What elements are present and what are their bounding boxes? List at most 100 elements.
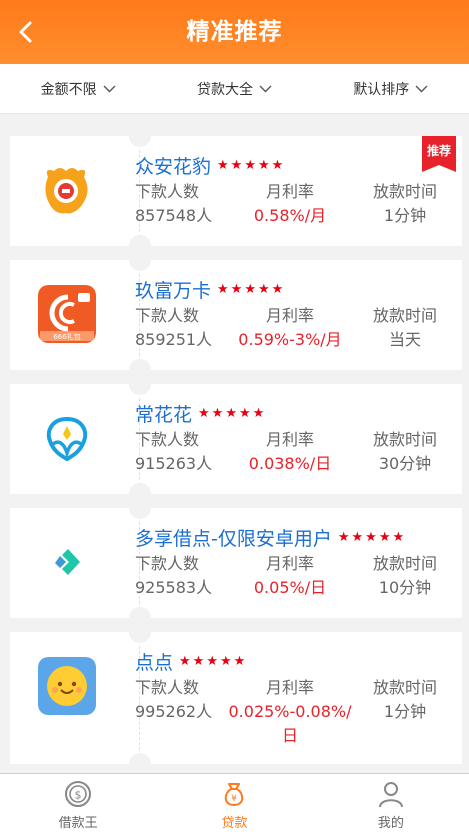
recommend-badge-label: 推荐 — [426, 144, 451, 158]
product-name-row: 玖富万卡 ★★★★★ — [135, 276, 285, 303]
downloads-value: 915263人 — [135, 454, 213, 473]
card-edge — [458, 384, 462, 494]
app-header: 精准推荐 — [0, 0, 469, 64]
rate-column: 月利率 0.59%-3%/月 — [225, 304, 355, 352]
product-card[interactable]: 众安花豹 ★★★★★ 下款人数 857548人 月利率 0.58%/月 放款时间… — [10, 136, 462, 246]
time-label: 放款时间 — [372, 678, 437, 697]
downloads-column: 下款人数 915263人 — [135, 428, 225, 476]
downloads-value: 925583人 — [135, 578, 213, 597]
product-name-row: 点点 ★★★★★ — [135, 648, 247, 675]
downloads-column: 下款人数 925583人 — [135, 552, 225, 600]
product-name-row: 常花花 ★★★★★ — [135, 400, 266, 427]
product-name[interactable]: 常花花 — [135, 400, 192, 427]
rate-label: 月利率 — [265, 678, 314, 697]
card-notch — [129, 235, 151, 246]
time-value: 当天 — [388, 330, 421, 349]
filter-loan-type[interactable]: 贷款大全 — [156, 64, 312, 113]
time-value: 1分钟 — [383, 206, 427, 225]
duoxiang-logo — [38, 533, 96, 591]
rate-label: 月利率 — [265, 554, 314, 573]
card-edge — [458, 136, 462, 246]
chevron-down-icon — [103, 85, 116, 92]
tab-label: 借款王 — [58, 816, 98, 831]
tab-loan[interactable]: ¥ 贷款 — [156, 774, 312, 837]
back-button[interactable] — [12, 16, 42, 48]
product-name[interactable]: 众安花豹 — [135, 152, 211, 179]
chevron-down-icon — [259, 85, 272, 92]
downloads-column: 下款人数 857548人 — [135, 180, 225, 228]
downloads-value: 857548人 — [135, 206, 213, 225]
card-edge — [458, 508, 462, 618]
rate-column: 月利率 0.05%/日 — [225, 552, 355, 600]
changhuahua-logo — [38, 409, 96, 467]
filter-amount-label: 金额不限 — [40, 81, 97, 98]
filter-amount[interactable]: 金额不限 — [0, 64, 156, 113]
downloads-value: 995262人 — [135, 702, 213, 721]
rate-column: 月利率 0.58%/月 — [225, 180, 355, 228]
rating-stars: ★★★★★ — [179, 654, 248, 669]
product-card[interactable]: 点点 ★★★★★ 下款人数 995262人 月利率 0.025%-0.08%/日… — [10, 632, 462, 764]
time-column: 放款时间 当天 — [355, 304, 455, 352]
user-icon — [378, 782, 403, 808]
rate-label: 月利率 — [265, 306, 314, 325]
tab-jiekuanwang[interactable]: $ 借款王 — [0, 774, 156, 837]
rating-stars: ★★★★★ — [337, 530, 407, 545]
page-title: 精准推荐 — [186, 19, 283, 45]
tab-mine[interactable]: 我的 — [313, 774, 469, 837]
rating-stars: ★★★★★ — [217, 158, 286, 173]
card-notch — [129, 607, 151, 618]
card-edge — [458, 260, 462, 370]
product-name-row: 多享借点-仅限安卓用户 ★★★★★ — [135, 524, 406, 551]
time-label: 放款时间 — [372, 554, 437, 573]
logo-caption: 666礼包 — [53, 333, 81, 341]
time-column: 放款时间 30分钟 — [355, 428, 455, 476]
rating-stars: ★★★★★ — [198, 406, 267, 421]
card-notch — [129, 136, 151, 147]
rate-label: 月利率 — [265, 430, 314, 449]
rate-value: 0.05%/日 — [253, 578, 327, 597]
card-edge — [458, 632, 462, 764]
product-name[interactable]: 多享借点-仅限安卓用户 — [135, 524, 332, 551]
rate-column: 月利率 0.038%/日 — [225, 428, 355, 476]
tab-label: 贷款 — [221, 816, 248, 831]
card-edge — [10, 632, 14, 764]
card-notch — [129, 632, 151, 643]
downloads-label: 下款人数 — [135, 554, 200, 573]
time-column: 放款时间 10分钟 — [355, 552, 455, 600]
card-notch — [129, 359, 151, 370]
time-value: 30分钟 — [378, 454, 432, 473]
coin-icon: $ — [65, 781, 92, 807]
filter-bar: 金额不限 贷款大全 默认排序 — [0, 64, 469, 114]
filter-sort[interactable]: 默认排序 — [313, 64, 469, 113]
product-card[interactable]: 666礼包 玖富万卡 ★★★★★ 下款人数 859251人 月利率 0.59%-… — [10, 260, 462, 370]
downloads-column: 下款人数 859251人 — [135, 304, 225, 352]
product-card[interactable]: 多享借点-仅限安卓用户 ★★★★★ 下款人数 925583人 月利率 0.05%… — [10, 508, 462, 618]
rate-column: 月利率 0.025%-0.08%/日 — [228, 676, 352, 748]
time-label: 放款时间 — [372, 182, 437, 201]
bottom-tab-bar: $ 借款王 ¥ 贷款 我的 — [0, 773, 469, 837]
rate-label: 月利率 — [265, 182, 314, 201]
product-name-row: 众安花豹 ★★★★★ — [135, 152, 285, 179]
time-label: 放款时间 — [372, 306, 437, 325]
card-edge — [10, 508, 14, 618]
card-notch — [129, 260, 151, 271]
rate-value: 0.59%-3%/月 — [238, 330, 342, 349]
filter-sort-label: 默认排序 — [353, 81, 410, 98]
diandian-logo — [38, 657, 96, 715]
time-column: 放款时间 1分钟 — [355, 676, 455, 724]
downloads-label: 下款人数 — [135, 430, 200, 449]
time-label: 放款时间 — [372, 430, 437, 449]
rate-value: 0.038%/日 — [248, 454, 332, 473]
rating-stars: ★★★★★ — [217, 282, 286, 297]
time-column: 放款时间 1分钟 — [355, 180, 455, 228]
downloads-value: 859251人 — [135, 330, 213, 349]
product-card[interactable]: 常花花 ★★★★★ 下款人数 915263人 月利率 0.038%/日 放款时间… — [10, 384, 462, 494]
downloads-label: 下款人数 — [135, 306, 200, 325]
zhongan-logo — [38, 161, 96, 219]
product-name[interactable]: 点点 — [135, 648, 173, 675]
card-notch — [129, 753, 151, 764]
time-value: 1分钟 — [383, 702, 427, 721]
chevron-left-icon — [19, 21, 32, 43]
card-edge — [10, 384, 14, 494]
product-name[interactable]: 玖富万卡 — [135, 276, 211, 303]
